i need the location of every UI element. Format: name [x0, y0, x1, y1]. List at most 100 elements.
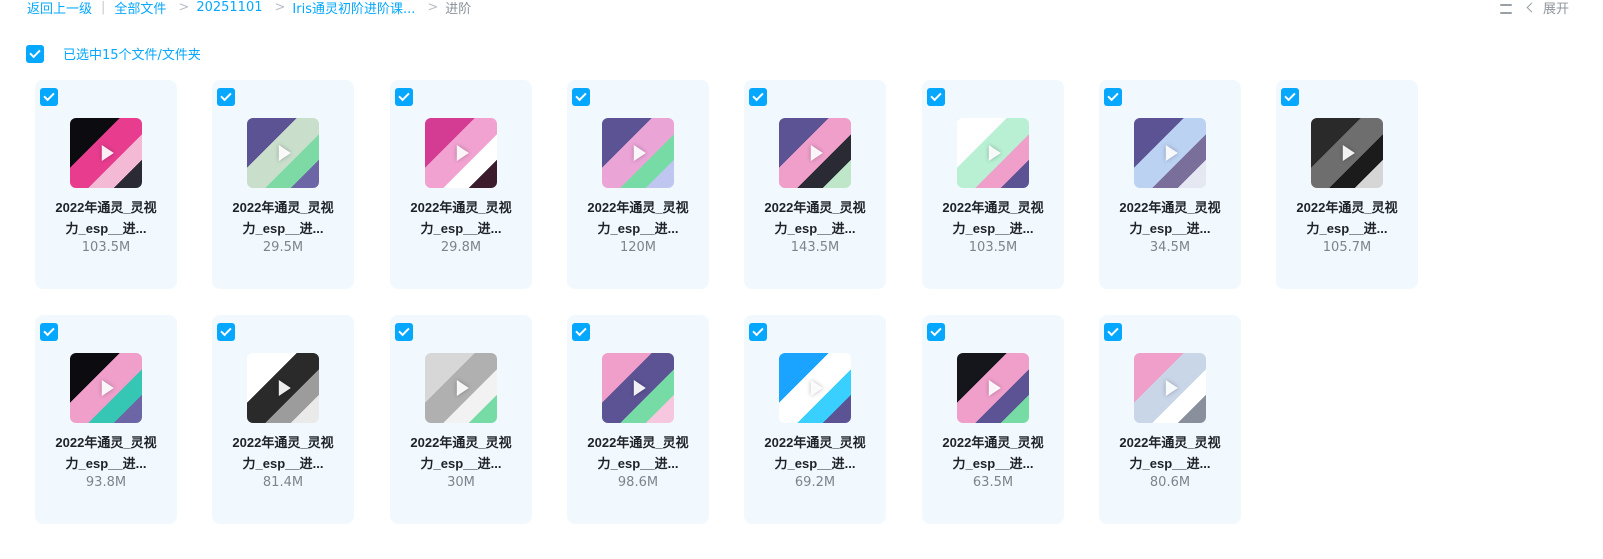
file-checkbox[interactable] — [927, 88, 945, 106]
file-name[interactable]: 2022年通灵_灵视 力_esp__进... — [752, 432, 878, 474]
video-thumbnail[interactable] — [779, 353, 851, 423]
play-icon — [101, 145, 114, 161]
file-name-line2: 力_esp__进... — [952, 221, 1034, 236]
file-checkbox[interactable] — [40, 323, 58, 341]
file-card[interactable]: 2022年通灵_灵视 力_esp__进... 103.5M — [922, 80, 1064, 289]
file-name[interactable]: 2022年通灵_灵视 力_esp__进... — [398, 197, 524, 239]
file-name-line2: 力_esp__进... — [242, 221, 324, 236]
video-thumbnail[interactable] — [957, 353, 1029, 423]
file-name[interactable]: 2022年通灵_灵视 力_esp__进... — [220, 197, 346, 239]
file-card[interactable]: 2022年通灵_灵视 力_esp__进... 120M — [567, 80, 709, 289]
file-checkbox[interactable] — [217, 88, 235, 106]
play-icon — [810, 380, 823, 396]
video-thumbnail[interactable] — [957, 118, 1029, 188]
file-name-line1: 2022年通灵_灵视 — [1119, 200, 1221, 215]
file-name-line2: 力_esp__进... — [420, 456, 502, 471]
video-thumbnail[interactable] — [602, 118, 674, 188]
video-thumbnail[interactable] — [425, 118, 497, 188]
file-name[interactable]: 2022年通灵_灵视 力_esp__进... — [575, 432, 701, 474]
file-card[interactable]: 2022年通灵_灵视 力_esp__进... 30M — [390, 315, 532, 524]
file-checkbox[interactable] — [749, 88, 767, 106]
video-thumbnail[interactable] — [70, 118, 142, 188]
file-card[interactable]: 2022年通灵_灵视 力_esp__进... 34.5M — [1099, 80, 1241, 289]
file-name-line1: 2022年通灵_灵视 — [55, 435, 157, 450]
file-name[interactable]: 2022年通灵_灵视 力_esp__进... — [43, 197, 169, 239]
file-card[interactable]: 2022年通灵_灵视 力_esp__进... 98.6M — [567, 315, 709, 524]
video-thumbnail[interactable] — [1134, 118, 1206, 188]
file-name[interactable]: 2022年通灵_灵视 力_esp__进... — [220, 432, 346, 474]
video-thumbnail[interactable] — [425, 353, 497, 423]
expand-button[interactable]: 展开 — [1526, 0, 1569, 17]
file-card[interactable]: 2022年通灵_灵视 力_esp__进... 29.5M — [212, 80, 354, 289]
view-toolbar: 展开 — [1498, 0, 1569, 18]
expand-label: 展开 — [1542, 1, 1569, 17]
video-thumbnail[interactable] — [70, 353, 142, 423]
file-name[interactable]: 2022年通灵_灵视 力_esp__进... — [930, 197, 1056, 239]
play-icon — [633, 145, 646, 161]
file-name-line2: 力_esp__进... — [952, 456, 1034, 471]
video-thumbnail[interactable] — [602, 353, 674, 423]
file-name[interactable]: 2022年通灵_灵视 力_esp__进... — [1107, 432, 1233, 474]
file-name-line1: 2022年通灵_灵视 — [55, 200, 157, 215]
file-name-line2: 力_esp__进... — [774, 221, 856, 236]
video-thumbnail[interactable] — [779, 118, 851, 188]
breadcrumb-item-course-folder[interactable]: Iris通灵初阶进阶课... — [292, 0, 415, 17]
play-icon — [1165, 380, 1178, 396]
file-name[interactable]: 2022年通灵_灵视 力_esp__进... — [1284, 197, 1410, 239]
video-thumbnail[interactable] — [247, 353, 319, 423]
file-name-line2: 力_esp__进... — [1129, 221, 1211, 236]
file-card[interactable]: 2022年通灵_灵视 力_esp__进... 69.2M — [744, 315, 886, 524]
file-card[interactable]: 2022年通灵_灵视 力_esp__进... 105.7M — [1276, 80, 1418, 289]
play-icon — [633, 380, 646, 396]
file-name-line1: 2022年通灵_灵视 — [942, 435, 1044, 450]
file-size: 120M — [619, 240, 657, 255]
video-thumbnail[interactable] — [1311, 118, 1383, 188]
video-thumbnail[interactable] — [1134, 353, 1206, 423]
file-checkbox[interactable] — [572, 323, 590, 341]
file-checkbox[interactable] — [1281, 88, 1299, 106]
file-name[interactable]: 2022年通灵_灵视 力_esp__进... — [1107, 197, 1233, 239]
file-name-line1: 2022年通灵_灵视 — [587, 200, 689, 215]
file-size: 105.7M — [1322, 240, 1372, 255]
play-icon — [1165, 145, 1178, 161]
file-name-line2: 力_esp__进... — [597, 221, 679, 236]
file-checkbox[interactable] — [749, 323, 767, 341]
breadcrumb-item-date-folder[interactable]: 20251101 — [196, 0, 262, 15]
file-name-line1: 2022年通灵_灵视 — [1119, 435, 1221, 450]
chevron-right-icon: > — [178, 0, 190, 15]
file-card[interactable]: 2022年通灵_灵视 力_esp__进... 81.4M — [212, 315, 354, 524]
list-view-icon[interactable] — [1498, 0, 1514, 17]
file-size: 103.5M — [968, 240, 1018, 255]
breadcrumb: 返回上一级 | 全部文件 > 20251101 > Iris通灵初阶进阶课...… — [27, 0, 471, 18]
file-name[interactable]: 2022年通灵_灵视 力_esp__进... — [930, 432, 1056, 474]
file-name[interactable]: 2022年通灵_灵视 力_esp__进... — [398, 432, 524, 474]
file-name[interactable]: 2022年通灵_灵视 力_esp__进... — [575, 197, 701, 239]
file-card[interactable]: 2022年通灵_灵视 力_esp__进... 143.5M — [744, 80, 886, 289]
file-checkbox[interactable] — [572, 88, 590, 106]
file-card[interactable]: 2022年通灵_灵视 力_esp__进... 80.6M — [1099, 315, 1241, 524]
file-card[interactable]: 2022年通灵_灵视 力_esp__进... 103.5M — [35, 80, 177, 289]
back-link[interactable]: 返回上一级 — [27, 0, 92, 17]
file-checkbox[interactable] — [395, 323, 413, 341]
video-thumbnail[interactable] — [247, 118, 319, 188]
file-checkbox[interactable] — [217, 323, 235, 341]
file-card[interactable]: 2022年通灵_灵视 力_esp__进... 29.8M — [390, 80, 532, 289]
file-checkbox[interactable] — [927, 323, 945, 341]
file-size: 143.5M — [790, 240, 840, 255]
breadcrumb-item-all-files[interactable]: 全部文件 — [114, 0, 166, 17]
file-name[interactable]: 2022年通灵_灵视 力_esp__进... — [752, 197, 878, 239]
file-name[interactable]: 2022年通灵_灵视 力_esp__进... — [43, 432, 169, 474]
file-card[interactable]: 2022年通灵_灵视 力_esp__进... 93.8M — [35, 315, 177, 524]
file-checkbox[interactable] — [395, 88, 413, 106]
breadcrumb-current: 进阶 — [445, 1, 472, 17]
file-checkbox[interactable] — [1104, 323, 1122, 341]
file-size: 29.5M — [262, 240, 304, 255]
file-name-line1: 2022年通灵_灵视 — [587, 435, 689, 450]
file-card[interactable]: 2022年通灵_灵视 力_esp__进... 63.5M — [922, 315, 1064, 524]
file-checkbox[interactable] — [1104, 88, 1122, 106]
chevron-right-icon: > — [274, 0, 286, 15]
file-checkbox[interactable] — [40, 88, 58, 106]
select-all-checkbox[interactable] — [26, 44, 44, 63]
chevron-left-icon — [1526, 2, 1537, 12]
play-icon — [101, 380, 114, 396]
